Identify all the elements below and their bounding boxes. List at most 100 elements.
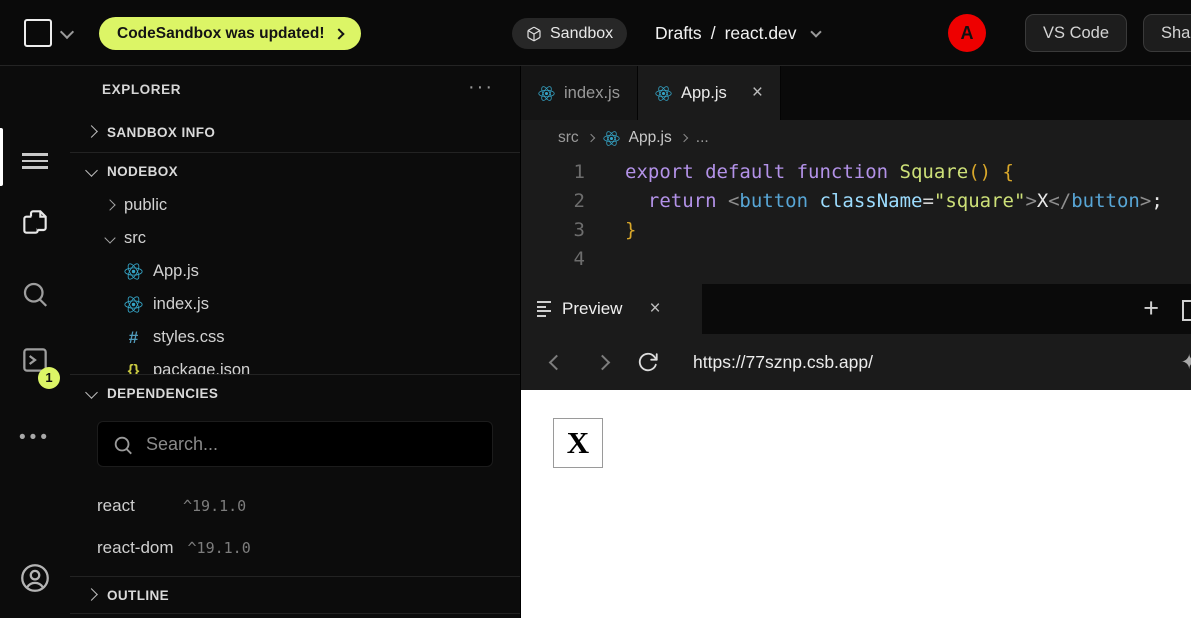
code-text: return <button className="square">X</but… [585, 187, 1163, 216]
section-dependencies[interactable]: DEPENDENCIES [70, 375, 520, 411]
explorer-more-icon[interactable]: ··· [468, 76, 494, 99]
section-outline[interactable]: OUTLINE [70, 577, 520, 613]
dependency-version: ^19.1.0 [183, 497, 246, 515]
section-nodebox[interactable]: NODEBOX [70, 153, 520, 189]
code-line-4: 4 [521, 245, 1191, 274]
tab-label: App.js [681, 84, 727, 103]
sandbox-badge-label: Sandbox [550, 25, 613, 43]
code-editor[interactable]: 1export default function Square() {2 ret… [521, 156, 1191, 284]
editor-tab-app-js[interactable]: App.js × [638, 66, 781, 120]
square-button[interactable]: X [553, 418, 603, 468]
update-banner-button[interactable]: CodeSandbox was updated! [99, 17, 361, 50]
more-tools-icon[interactable]: ••• [0, 416, 70, 460]
workspace-name: Drafts [655, 23, 702, 44]
breadcrumb-file: App.js [629, 129, 672, 147]
breadcrumb-more: ... [696, 129, 709, 147]
explorer-files-icon[interactable] [0, 200, 70, 244]
code-line-2: 2 return <button className="square">X</b… [521, 187, 1191, 216]
preview-body: X [521, 390, 1191, 618]
layout-icon[interactable] [1182, 300, 1191, 321]
terminal-badge: 1 [38, 367, 60, 389]
dependency-name: react [97, 496, 169, 516]
react-icon [124, 295, 143, 314]
dependency-react[interactable]: react ^19.1.0 [70, 485, 520, 527]
dependency-search-input[interactable] [98, 422, 492, 466]
chevron-right-icon [586, 133, 594, 141]
preview-tab-strip: Preview × + [521, 284, 1191, 334]
account-icon[interactable] [0, 556, 70, 600]
close-icon[interactable]: × [649, 298, 660, 320]
tree-folder-src[interactable]: src [70, 222, 520, 255]
back-icon[interactable] [533, 357, 579, 368]
dependency-list: react^19.1.0react-dom^19.1.0 [70, 485, 520, 569]
refresh-icon[interactable] [625, 351, 671, 373]
preview-tab[interactable]: Preview × [521, 284, 702, 334]
preview-icon [537, 299, 551, 320]
chevron-down-icon [104, 232, 115, 243]
close-icon[interactable]: × [752, 82, 763, 104]
tree-item-label: index.js [153, 295, 209, 314]
codesandbox-logo-icon[interactable] [24, 19, 52, 47]
tree-folder-public[interactable]: public [70, 189, 520, 222]
project-chevron-down-icon [810, 26, 821, 37]
line-number: 3 [521, 216, 585, 245]
chevron-down-icon [85, 164, 98, 177]
dependency-search [97, 421, 493, 467]
code-line-1: 1export default function Square() { [521, 158, 1191, 187]
tree-file-index-js[interactable]: index.js [70, 288, 520, 321]
chevron-down-icon [85, 386, 98, 399]
share-button[interactable]: Share [1143, 14, 1191, 52]
react-icon [538, 85, 555, 102]
chevron-right-icon [680, 133, 688, 141]
activity-bar: 1 ••• ⚙ [0, 66, 70, 618]
react-icon [603, 130, 620, 147]
react-icon [124, 262, 143, 281]
search-icon[interactable] [0, 272, 70, 316]
tree-file-styles-css[interactable]: # styles.css [70, 321, 520, 354]
dependency-react-dom[interactable]: react-dom^19.1.0 [70, 527, 520, 569]
divider [70, 613, 520, 614]
editor-breadcrumb[interactable]: src App.js ... [521, 120, 1191, 156]
avatar-letter: A [961, 23, 974, 44]
vscode-button[interactable]: VS Code [1025, 14, 1127, 52]
sandbox-badge[interactable]: Sandbox [512, 18, 627, 49]
tree-item-label: App.js [153, 262, 199, 281]
add-devtool-icon[interactable]: + [1143, 293, 1159, 324]
tree-item-label: styles.css [153, 328, 225, 347]
section-sandbox-info[interactable]: SANDBOX INFO [70, 112, 520, 152]
tree-file-app-js[interactable]: App.js [70, 255, 520, 288]
chevron-right-icon [85, 588, 98, 601]
breadcrumb-separator: / [711, 23, 716, 44]
editor-tab-index-js[interactable]: index.js [521, 66, 638, 120]
terminal-icon[interactable]: 1 [0, 340, 70, 384]
code-line-3: 3} [521, 216, 1191, 245]
chevron-right-icon [333, 28, 344, 39]
line-number: 2 [521, 187, 585, 216]
tree-item-label: src [124, 229, 146, 248]
sparkle-icon[interactable]: ✦ [1180, 350, 1191, 375]
tab-label: index.js [564, 84, 620, 103]
explorer-panel: EXPLORER ··· SANDBOX INFO NODEBOX public… [70, 66, 521, 618]
menu-icon[interactable] [0, 139, 70, 183]
line-number: 4 [521, 245, 585, 274]
update-banner-label: CodeSandbox was updated! [117, 25, 325, 43]
code-text [585, 245, 625, 274]
avatar[interactable]: A [948, 14, 986, 52]
chevron-right-icon [104, 199, 115, 210]
forward-icon[interactable] [579, 357, 625, 368]
code-text: export default function Square() { [585, 158, 1014, 187]
chevron-right-icon [85, 125, 98, 138]
dependency-version: ^19.1.0 [188, 539, 251, 557]
react-icon [655, 85, 672, 102]
active-view-indicator [0, 128, 3, 186]
css-icon: # [124, 328, 143, 348]
top-bar: CodeSandbox was updated! Sandbox Drafts … [0, 0, 1191, 66]
preview-url[interactable]: https://77sznp.csb.app/ [693, 352, 873, 373]
tree-file-package-json[interactable]: {}package.json [70, 354, 520, 374]
file-tree: public src App.js index.js # styles.css {}pack… [70, 189, 520, 374]
cube-icon [526, 26, 542, 42]
project-breadcrumb[interactable]: Drafts / react.dev [655, 0, 820, 66]
explorer-title: EXPLORER [102, 82, 181, 97]
workspace-chevron-down-icon[interactable] [60, 25, 74, 39]
editor-area: index.js App.js × src App.js ... 1export d… [521, 66, 1191, 618]
